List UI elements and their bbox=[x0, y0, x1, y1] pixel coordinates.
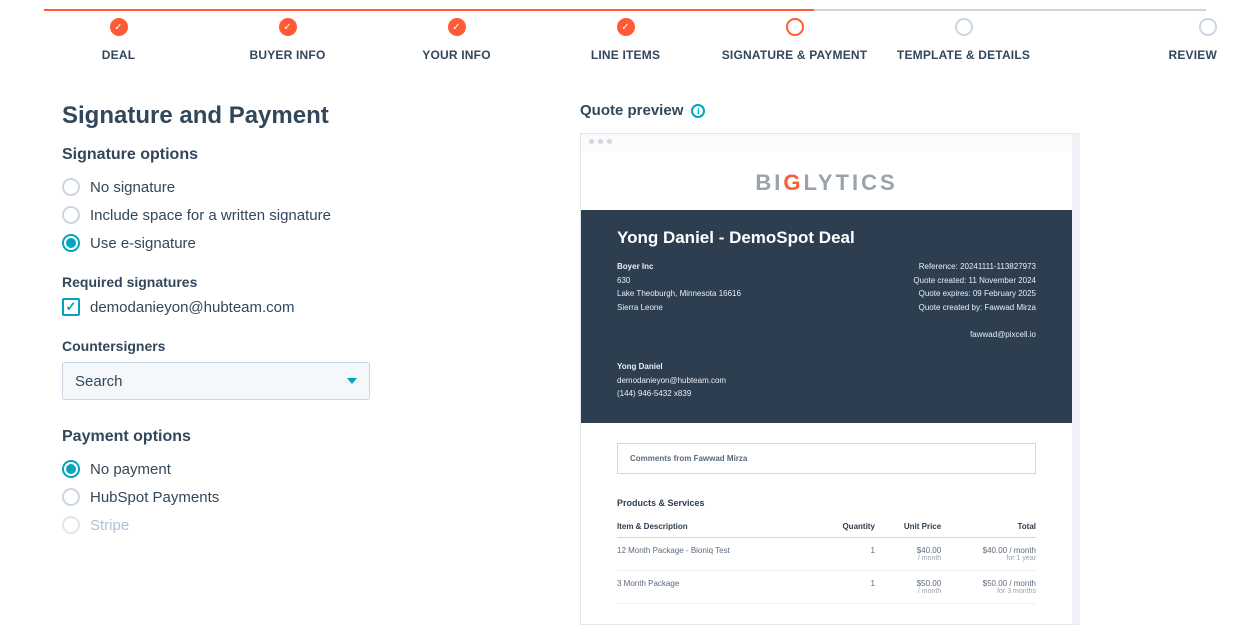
radio-icon bbox=[62, 488, 80, 506]
window-dots-icon bbox=[581, 134, 1072, 148]
future-step-icon bbox=[1199, 18, 1217, 36]
radio-esignature[interactable]: Use e-signature bbox=[62, 234, 560, 252]
radio-label: Stripe bbox=[90, 517, 129, 534]
step-label: DEAL bbox=[102, 48, 135, 62]
radio-icon bbox=[62, 178, 80, 196]
table-row: 12 Month Package - Bioniq Test 1 $40.00 … bbox=[617, 537, 1036, 570]
radio-label: HubSpot Payments bbox=[90, 489, 219, 506]
step-buyer-info[interactable]: ✓ BUYER INFO bbox=[203, 18, 372, 62]
radio-no-signature[interactable]: No signature bbox=[62, 178, 560, 196]
radio-label: Include space for a written signature bbox=[90, 207, 331, 224]
radio-icon bbox=[62, 460, 80, 478]
step-deal[interactable]: ✓ DEAL bbox=[34, 18, 203, 62]
chevron-down-icon bbox=[347, 378, 357, 384]
step-label: SIGNATURE & PAYMENT bbox=[722, 48, 868, 62]
comments-box: Comments from Fawwad Mirza bbox=[617, 443, 1036, 474]
required-signer-checkbox[interactable]: ✓ demodanieyon@hubteam.com bbox=[62, 298, 560, 316]
contact-block: Yong Daniel demodanieyon@hubteam.com (14… bbox=[617, 360, 1036, 401]
quote-preview-heading: Quote preview bbox=[580, 102, 683, 119]
countersigners-heading: Countersigners bbox=[62, 338, 560, 354]
step-template-details[interactable]: TEMPLATE & DETAILS bbox=[879, 18, 1048, 62]
step-label: TEMPLATE & DETAILS bbox=[897, 48, 1030, 62]
step-your-info[interactable]: ✓ YOUR INFO bbox=[372, 18, 541, 62]
step-label: BUYER INFO bbox=[249, 48, 325, 62]
required-signatures-heading: Required signatures bbox=[62, 274, 560, 290]
radio-written-signature[interactable]: Include space for a written signature bbox=[62, 206, 560, 224]
quote-preview-frame: BIGLYTICS Yong Daniel - DemoSpot Deal Bo… bbox=[580, 133, 1080, 625]
countersigners-select[interactable]: Search bbox=[62, 362, 370, 400]
check-icon: ✓ bbox=[448, 18, 466, 36]
step-review[interactable]: REVIEW bbox=[1048, 18, 1217, 62]
step-label: YOUR INFO bbox=[422, 48, 490, 62]
quote-meta-block: Reference: 20241111-113827973 Quote crea… bbox=[913, 260, 1036, 342]
future-step-icon bbox=[955, 18, 973, 36]
table-row: 3 Month Package 1 $50.00 / month $50.00 … bbox=[617, 570, 1036, 603]
radio-label: Use e-signature bbox=[90, 235, 196, 252]
radio-icon bbox=[62, 516, 80, 534]
step-label: REVIEW bbox=[1168, 48, 1217, 62]
col-qty: Quantity bbox=[817, 518, 875, 538]
radio-label: No payment bbox=[90, 461, 171, 478]
radio-icon bbox=[62, 206, 80, 224]
check-icon: ✓ bbox=[617, 18, 635, 36]
radio-label: No signature bbox=[90, 179, 175, 196]
step-line-items[interactable]: ✓ LINE ITEMS bbox=[541, 18, 710, 62]
buyer-block: Boyer Inc 630 Lake Theoburgh, Minnesota … bbox=[617, 260, 741, 342]
payment-options-heading: Payment options bbox=[62, 428, 560, 446]
radio-hubspot-payments[interactable]: HubSpot Payments bbox=[62, 488, 560, 506]
col-unit: Unit Price bbox=[875, 518, 941, 538]
radio-stripe: Stripe bbox=[62, 516, 560, 534]
step-label: LINE ITEMS bbox=[591, 48, 660, 62]
check-icon: ✓ bbox=[279, 18, 297, 36]
deal-title: Yong Daniel - DemoSpot Deal bbox=[617, 228, 1036, 248]
col-total: Total bbox=[941, 518, 1036, 538]
products-table: Item & Description Quantity Unit Price T… bbox=[617, 518, 1036, 604]
company-logo: BIGLYTICS bbox=[581, 152, 1072, 210]
page-title: Signature and Payment bbox=[62, 102, 560, 130]
col-item: Item & Description bbox=[617, 518, 817, 538]
checkbox-checked-icon: ✓ bbox=[62, 298, 80, 316]
products-heading: Products & Services bbox=[617, 498, 1036, 508]
signature-options-heading: Signature options bbox=[62, 146, 560, 164]
select-placeholder: Search bbox=[75, 373, 123, 390]
current-step-icon bbox=[786, 18, 804, 36]
step-signature-payment[interactable]: SIGNATURE & PAYMENT bbox=[710, 18, 879, 62]
radio-no-payment[interactable]: No payment bbox=[62, 460, 560, 478]
info-icon[interactable]: i bbox=[691, 104, 705, 118]
wizard-stepper: ✓ DEAL ✓ BUYER INFO ✓ YOUR INFO ✓ LINE I… bbox=[0, 0, 1251, 62]
required-signer-email: demodanieyon@hubteam.com bbox=[90, 299, 295, 316]
check-icon: ✓ bbox=[110, 18, 128, 36]
radio-icon bbox=[62, 234, 80, 252]
